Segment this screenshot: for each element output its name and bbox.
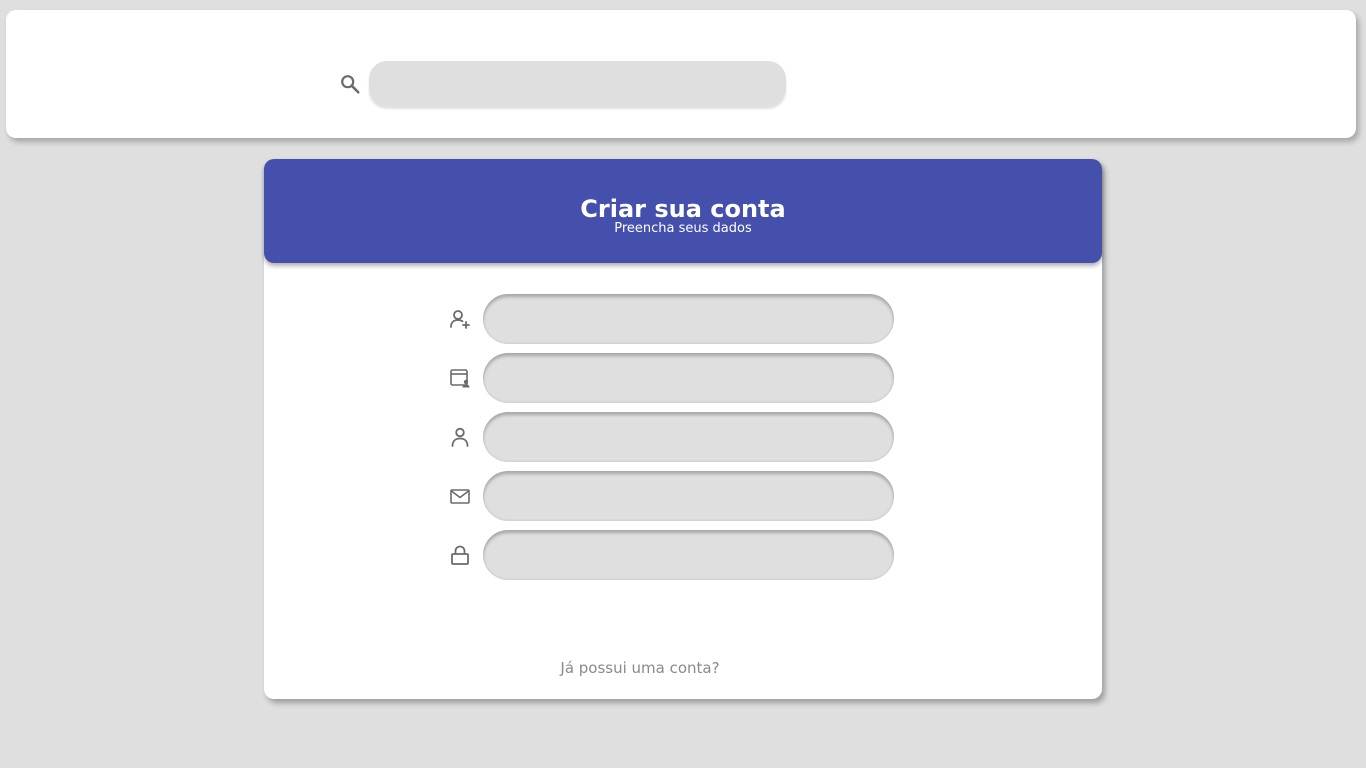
user-add-icon	[450, 310, 470, 329]
email-field[interactable]	[483, 471, 894, 521]
signup-title: Criar sua conta	[580, 195, 786, 223]
search-icon[interactable]	[339, 73, 361, 95]
username-field[interactable]	[483, 294, 894, 344]
id-card-icon	[450, 369, 470, 388]
field-row-name	[448, 412, 898, 462]
search-input[interactable]	[369, 61, 786, 106]
signup-header: Criar sua conta Preencha seus dados	[264, 159, 1102, 263]
signup-subtitle: Preencha seus dados	[614, 221, 752, 236]
login-link[interactable]: Já possui uma conta?	[264, 659, 1016, 677]
name-field[interactable]	[483, 412, 894, 462]
field-row-username	[448, 294, 898, 344]
field-row-password	[448, 530, 898, 580]
top-bar	[6, 10, 1356, 138]
mail-icon	[450, 489, 470, 504]
field-row-email	[448, 471, 898, 521]
document-field[interactable]	[483, 353, 894, 403]
lock-icon	[451, 545, 469, 565]
user-icon	[451, 427, 469, 447]
field-row-document	[448, 353, 898, 403]
password-field[interactable]	[483, 530, 894, 580]
signup-card: Criar sua conta Preencha seus dados Já p…	[264, 159, 1102, 699]
